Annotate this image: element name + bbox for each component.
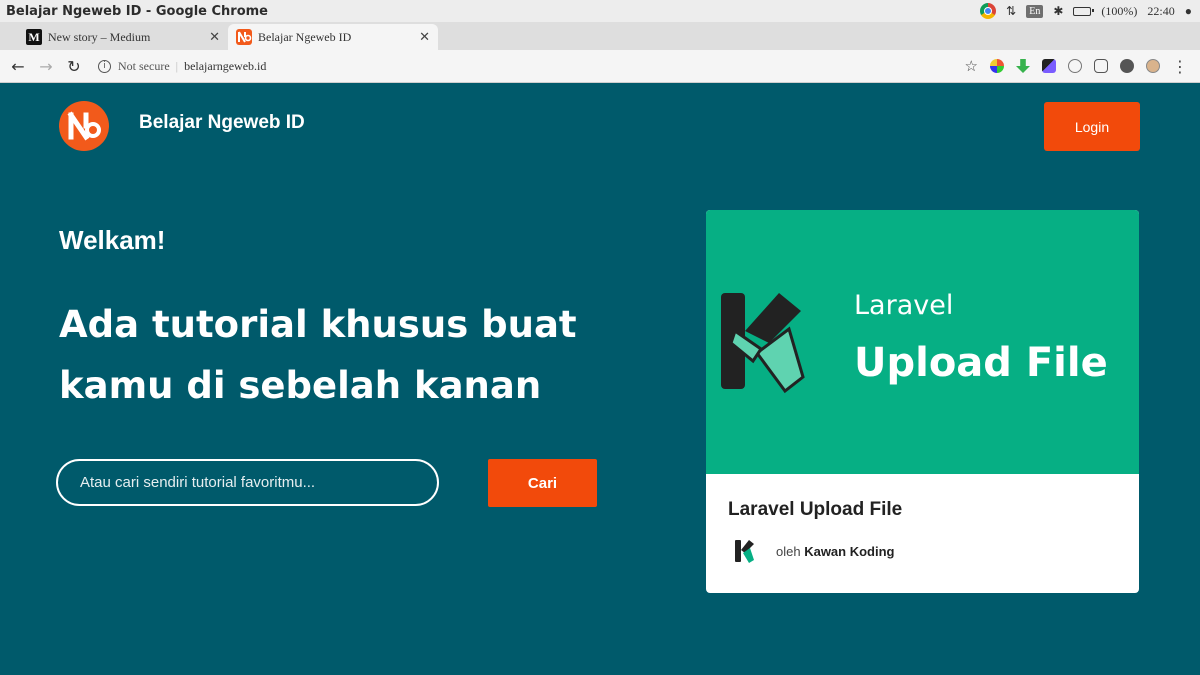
omnibox[interactable]: i Not secure | belajarngeweb.id	[98, 59, 965, 74]
banner-title: Upload File	[854, 340, 1108, 386]
close-tab-icon[interactable]: ✕	[419, 29, 430, 45]
author-name[interactable]: Kawan Koding	[804, 544, 894, 559]
tab-belajar-ngeweb[interactable]: Belajar Ngeweb ID ✕	[228, 24, 438, 50]
forward-arrow-icon[interactable]: →	[32, 57, 60, 76]
search-button[interactable]: Cari	[488, 459, 597, 507]
download-extension-icon[interactable]	[1016, 59, 1030, 73]
close-tab-icon[interactable]: ✕	[209, 29, 220, 45]
url-text[interactable]: belajarngeweb.id	[184, 59, 266, 74]
camera-extension-icon[interactable]	[1120, 59, 1134, 73]
clock[interactable]: 22:40	[1147, 4, 1174, 19]
system-tray: ⇅ En ✱ (100%) 22:40 ●	[980, 3, 1200, 19]
tab-medium[interactable]: M New story – Medium ✕	[18, 24, 228, 50]
reload-icon[interactable]: ↻	[60, 57, 88, 76]
chrome-tray-icon[interactable]	[980, 3, 997, 19]
author-logo-icon	[735, 540, 754, 563]
kawan-koding-logo-icon	[721, 293, 805, 394]
color-picker-extension-icon[interactable]	[990, 59, 1004, 73]
page-content: Belajar Ngeweb ID Login Welkam! Ada tuto…	[0, 84, 1200, 675]
tab-label: New story – Medium	[48, 29, 151, 44]
site-name[interactable]: Belajar Ngeweb ID	[139, 112, 305, 134]
login-button[interactable]: Login	[1044, 102, 1140, 151]
back-arrow-icon[interactable]: ←	[4, 57, 32, 76]
tab-label: Belajar Ngeweb ID	[258, 29, 352, 44]
menu-kebab-icon[interactable]: ⋮	[1172, 57, 1188, 76]
hero-headline: Ada tutorial khusus buat kamu di sebelah…	[59, 303, 577, 407]
profile-avatar[interactable]	[1146, 59, 1160, 73]
tutorial-card[interactable]: Laravel Upload File Laravel Upload File …	[706, 210, 1139, 593]
ngeweb-icon	[236, 29, 252, 45]
battery-icon[interactable]	[1073, 6, 1095, 16]
battery-percent: (100%)	[1101, 3, 1138, 18]
card-title[interactable]: Laravel Upload File	[728, 499, 902, 521]
language-indicator[interactable]: En	[1026, 4, 1044, 18]
welcome-heading: Welkam!	[59, 225, 166, 255]
card-banner[interactable]: Laravel Upload File	[706, 210, 1139, 474]
medium-icon: M	[26, 29, 42, 45]
extension-icons: ☆ ⋮	[965, 57, 1200, 76]
tab-strip: M New story – Medium ✕ Belajar Ngeweb ID…	[0, 22, 1200, 69]
globe-extension-icon[interactable]	[1068, 59, 1082, 73]
url-separator: |	[175, 58, 179, 73]
security-status[interactable]: Not secure	[118, 59, 170, 74]
bluetooth-icon[interactable]: ✱	[1053, 4, 1063, 19]
window-title: Belajar Ngeweb ID - Google Chrome	[6, 3, 268, 19]
browser-toolbar: ← → ↻ i Not secure | belajarngeweb.id ☆ …	[0, 50, 1200, 83]
ngeweb-logo-icon	[67, 111, 101, 141]
site-logo[interactable]	[59, 101, 109, 151]
banner-subtitle: Laravel	[854, 290, 954, 321]
network-icon[interactable]: ⇅	[1006, 4, 1016, 19]
search-input[interactable]	[56, 459, 439, 506]
chat-extension-icon[interactable]	[1094, 59, 1108, 73]
author-prefix: oleh	[776, 544, 801, 559]
eyedropper-extension-icon[interactable]	[1042, 59, 1056, 73]
bookmark-star-icon[interactable]: ☆	[965, 57, 978, 75]
info-icon[interactable]: i	[98, 59, 111, 73]
os-top-bar: Belajar Ngeweb ID - Google Chrome ⇅ En ✱…	[0, 0, 1200, 22]
author-line: oleh Kawan Koding	[776, 544, 894, 559]
apple-menu-icon[interactable]: ●	[1185, 4, 1192, 19]
